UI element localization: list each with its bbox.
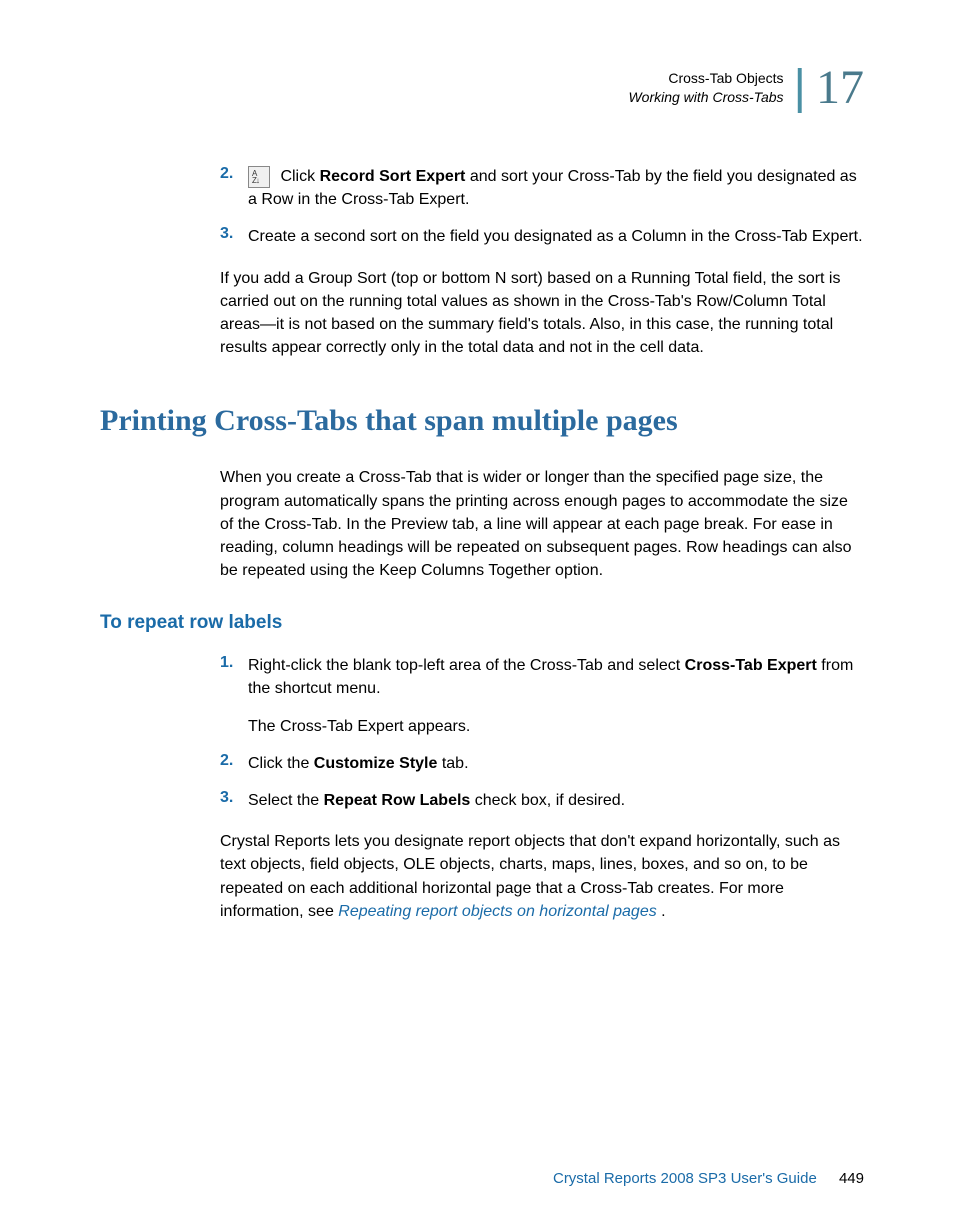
step-text-pre: Click the (248, 755, 314, 772)
step-text-bold: Record Sort Expert (320, 168, 466, 185)
step-body: Right-click the blank top-left area of t… (248, 654, 864, 738)
header-separator: | (794, 60, 806, 115)
footer-title: Crystal Reports 2008 SP3 User's Guide (553, 1170, 817, 1187)
step-text-bold: Customize Style (314, 755, 438, 772)
step-text-post: check box, if desired. (470, 792, 625, 809)
step-text-bold: Repeat Row Labels (324, 792, 471, 809)
step-number: 2. (220, 752, 248, 775)
step-3b: 3. Select the Repeat Row Labels check bo… (220, 789, 864, 812)
chapter-number: 17 (816, 60, 864, 115)
paragraph-group-sort: If you add a Group Sort (top or bottom N… (220, 267, 864, 360)
heading-repeat-row-labels: To repeat row labels (100, 612, 864, 634)
step-text-pre: Select the (248, 792, 324, 809)
section-body: When you create a Cross-Tab that is wide… (100, 466, 864, 582)
para-after: . (657, 903, 666, 920)
heading-printing-crosstabs: Printing Cross-Tabs that span multiple p… (100, 404, 864, 438)
content-area: 2. Click Record Sort Expert and sort you… (100, 165, 864, 359)
step-text-pre: Click (276, 168, 320, 185)
step-body: Click the Customize Style tab. (248, 752, 469, 775)
chapter-title: Cross-Tab Objects (628, 69, 783, 87)
step-text-pre: Right-click the blank top-left area of t… (248, 657, 685, 674)
paragraph-span-pages: When you create a Cross-Tab that is wide… (220, 466, 864, 582)
step-number: 1. (220, 654, 248, 738)
link-repeating-objects[interactable]: Repeating report objects on horizontal p… (338, 903, 656, 920)
step-number: 3. (220, 225, 248, 248)
step-number: 2. (220, 165, 248, 211)
footer-page-number: 449 (839, 1170, 864, 1187)
step-text-post: tab. (437, 755, 468, 772)
breadcrumb: Working with Cross-Tabs (628, 88, 783, 106)
step-number: 3. (220, 789, 248, 812)
step-2: 2. Click Record Sort Expert and sort you… (220, 165, 864, 211)
page-footer: Crystal Reports 2008 SP3 User's Guide 44… (553, 1170, 864, 1187)
step-body: Create a second sort on the field you de… (248, 225, 863, 248)
header-text: Cross-Tab Objects Working with Cross-Tab… (628, 69, 783, 105)
sort-az-icon (248, 166, 270, 188)
paragraph-designate-objects: Crystal Reports lets you designate repor… (220, 830, 864, 923)
step-2b: 2. Click the Customize Style tab. (220, 752, 864, 775)
steps-repeat-labels: 1. Right-click the blank top-left area o… (100, 654, 864, 923)
step-1: 1. Right-click the blank top-left area o… (220, 654, 864, 738)
step-note: The Cross-Tab Expert appears. (248, 715, 864, 738)
step-3: 3. Create a second sort on the field you… (220, 225, 864, 248)
step-text-bold: Cross-Tab Expert (685, 657, 817, 674)
page-header: Cross-Tab Objects Working with Cross-Tab… (100, 60, 864, 115)
step-body: Select the Repeat Row Labels check box, … (248, 789, 625, 812)
step-body: Click Record Sort Expert and sort your C… (248, 165, 864, 211)
